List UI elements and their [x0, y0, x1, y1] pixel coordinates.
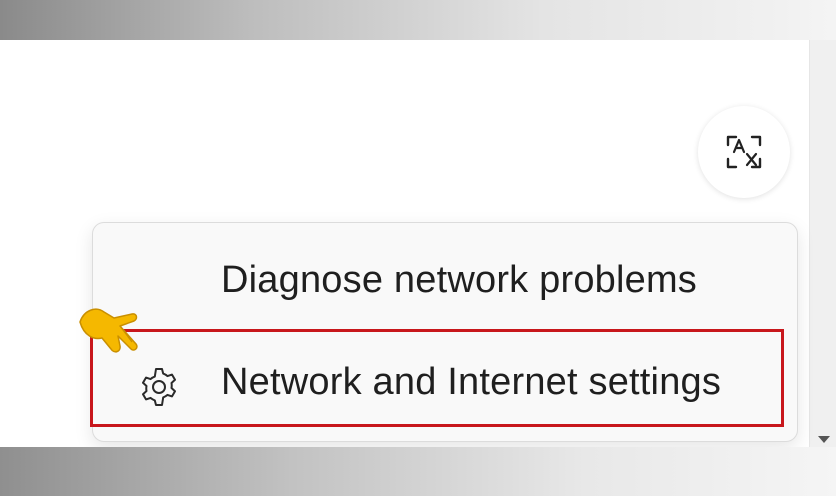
menu-item-label: Diagnose network problems — [221, 258, 698, 301]
bottom-border-band — [0, 447, 836, 496]
menu-item-diagnose-network-problems[interactable]: Diagnose network problems — [93, 231, 797, 329]
vertical-scrollbar[interactable] — [809, 40, 836, 447]
scroll-down-arrow-icon[interactable] — [818, 436, 830, 443]
pointing-hand-icon — [79, 308, 138, 353]
ime-button[interactable] — [698, 106, 790, 198]
character-recognition-icon — [726, 135, 762, 169]
top-border-band — [0, 0, 836, 40]
highlight-annotation-box — [90, 329, 784, 427]
